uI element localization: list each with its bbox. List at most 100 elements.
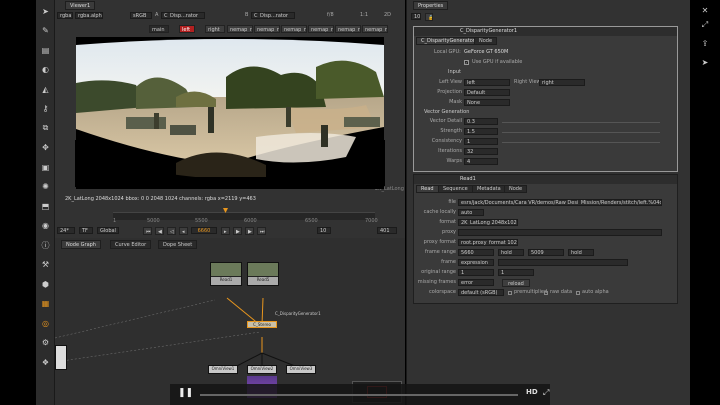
next-frame-button[interactable]: ▶: [245, 227, 254, 235]
tab-read[interactable]: Read: [416, 185, 439, 193]
view-extra-5[interactable]: nemap_no: [335, 25, 361, 33]
strength-slider[interactable]: [502, 132, 660, 133]
prev-frame-button[interactable]: ◀: [155, 227, 164, 235]
mask-select[interactable]: None: [464, 99, 510, 106]
reload-button[interactable]: reload: [502, 279, 530, 287]
node-omniview2[interactable]: OmniView2: [247, 365, 277, 374]
pause-icon[interactable]: ❚❚: [178, 388, 193, 400]
filter-icon[interactable]: ◭: [39, 84, 52, 94]
node-thumbnail-left[interactable]: [55, 345, 67, 370]
other-icon[interactable]: ⬢: [39, 279, 52, 289]
merge-icon[interactable]: ⧉: [39, 123, 52, 133]
frame-end-field[interactable]: 5009: [528, 249, 564, 256]
gizmo-icon[interactable]: ⚙: [39, 338, 52, 348]
mode-value[interactable]: 2D: [384, 12, 391, 19]
ocula-icon[interactable]: ◎: [39, 318, 52, 328]
tab-dope-sheet[interactable]: Dope Sheet: [158, 240, 198, 249]
global-select[interactable]: Global: [97, 227, 119, 234]
python-icon[interactable]: ❖: [39, 357, 52, 367]
tf-select[interactable]: TF: [79, 227, 93, 234]
disparity-node-name[interactable]: C_DisparityGenerator1: [460, 28, 517, 35]
proxy-format-select[interactable]: root.proxy_format 1024x778: [458, 239, 518, 246]
iterations-field[interactable]: 32: [464, 148, 498, 155]
fps-select[interactable]: 24*: [57, 227, 75, 234]
frame-end-mode[interactable]: hold: [568, 249, 594, 256]
upload-icon[interactable]: ⇪: [700, 39, 710, 49]
file-field[interactable]: esrs/jack/Documents/Cara VR/demos/Raw De…: [458, 199, 662, 206]
step-back-button[interactable]: ◂: [179, 227, 188, 235]
tab-sequence[interactable]: Sequence: [438, 185, 473, 193]
max-panels-field[interactable]: 10: [411, 13, 421, 20]
missing-frames-select[interactable]: error: [458, 279, 494, 286]
view-right-button[interactable]: right: [205, 25, 225, 33]
play-button[interactable]: ▶: [233, 227, 242, 235]
view-extra-4[interactable]: nemap_ne: [308, 25, 334, 33]
view-extra-3[interactable]: nemap_no: [281, 25, 307, 33]
cache-select[interactable]: auto: [458, 209, 484, 216]
3d-icon[interactable]: ▣: [39, 162, 52, 172]
format-select[interactable]: 2K_LatLong 2048x1024: [458, 219, 518, 226]
colorspace-select[interactable]: sRGB: [130, 12, 152, 19]
step-field[interactable]: 10: [317, 227, 331, 234]
frame-start-field[interactable]: 5660: [458, 249, 494, 256]
projection-select[interactable]: Default: [464, 89, 510, 96]
paint-icon[interactable]: ✎: [39, 26, 52, 36]
tab-disparity-generator[interactable]: C_DisparityGenerator: [416, 37, 480, 45]
viewer-image[interactable]: [76, 37, 384, 189]
use-gpu-checkbox[interactable]: ✓: [464, 60, 469, 65]
orig-end-field[interactable]: 1: [498, 269, 534, 276]
view-left-button[interactable]: left: [179, 25, 195, 33]
next-keyframe-button[interactable]: ⏭: [257, 227, 266, 235]
particles-icon[interactable]: ✺: [39, 182, 52, 192]
metadata-icon[interactable]: ⓘ: [39, 240, 52, 250]
orig-start-field[interactable]: 1: [458, 269, 494, 276]
tab-metadata[interactable]: Metadata: [472, 185, 506, 193]
input-a-select[interactable]: C_Disp...rator: [161, 12, 205, 19]
auto-alpha-checkbox[interactable]: [576, 291, 580, 295]
node-omniview1[interactable]: OmniView1: [208, 365, 238, 374]
exposure-value[interactable]: f/8: [327, 12, 334, 19]
warps-field[interactable]: 4: [464, 158, 498, 165]
node-read5[interactable]: Read5: [247, 262, 279, 286]
tab-disparity-node[interactable]: Node: [474, 37, 498, 45]
hd-badge[interactable]: HD: [526, 388, 538, 396]
alpha-channel-select[interactable]: rgba.alpha: [75, 12, 103, 19]
colorspace-select-read[interactable]: default (sRGB): [458, 289, 504, 296]
keyer-icon[interactable]: ⚷: [39, 104, 52, 114]
deep-icon[interactable]: ⬒: [39, 201, 52, 211]
share-icon[interactable]: ➤: [700, 58, 710, 68]
premultiplied-checkbox[interactable]: [508, 291, 512, 295]
node-read1[interactable]: Read1: [210, 262, 242, 286]
tab-properties[interactable]: Properties: [413, 1, 449, 10]
view-main-button[interactable]: main: [149, 25, 169, 33]
proxy-field[interactable]: [458, 229, 662, 236]
left-view-select[interactable]: left: [464, 79, 510, 86]
zoom-value[interactable]: 1:1: [360, 12, 368, 19]
color-icon[interactable]: ◐: [39, 65, 52, 75]
step-forward-button[interactable]: ▸: [221, 227, 230, 235]
read-node-name[interactable]: Read1: [460, 176, 476, 183]
frame-expression-field[interactable]: [498, 259, 628, 266]
channels-select[interactable]: rgba: [57, 12, 73, 19]
transform-icon[interactable]: ✥: [39, 143, 52, 153]
end-frame-field[interactable]: 401: [377, 227, 397, 234]
tab-read-node[interactable]: Node: [504, 185, 528, 193]
vector-detail-field[interactable]: 0.3: [464, 118, 498, 125]
consistency-slider[interactable]: [502, 142, 660, 143]
view-extra-6[interactable]: nemap_no: [362, 25, 388, 33]
raw-data-checkbox[interactable]: [544, 291, 548, 295]
current-frame-field[interactable]: 6660: [191, 227, 217, 234]
prev-keyframe-button[interactable]: ⏮: [143, 227, 152, 235]
furnace-icon[interactable]: ▦: [39, 299, 52, 309]
views-icon[interactable]: ◉: [39, 221, 52, 231]
lock-panels-button[interactable]: 🔒: [425, 13, 433, 21]
fullscreen-icon[interactable]: ⤢: [700, 20, 710, 30]
play-backward-button[interactable]: ◁: [167, 227, 176, 235]
strength-field[interactable]: 1.5: [464, 128, 498, 135]
input-b-select[interactable]: C_Disp...rator: [251, 12, 295, 19]
close-icon[interactable]: ✕: [700, 6, 710, 16]
toolsets-icon[interactable]: ⚒: [39, 260, 52, 270]
layers-icon[interactable]: ▤: [39, 45, 52, 55]
pointer-icon[interactable]: ➤: [39, 6, 52, 16]
video-progress[interactable]: [200, 394, 518, 396]
